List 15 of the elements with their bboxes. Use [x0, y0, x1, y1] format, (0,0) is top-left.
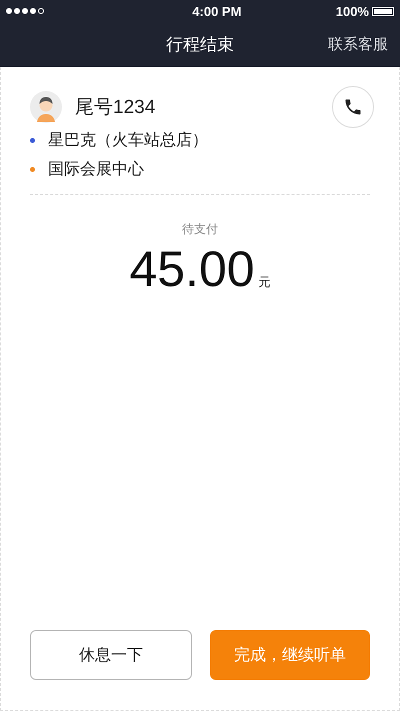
rest-button[interactable]: 休息一下: [30, 630, 192, 680]
status-time: 4:00 PM: [192, 4, 242, 18]
currency-unit: 元: [258, 274, 271, 291]
payment-status: 待支付: [182, 221, 218, 238]
contact-support-link[interactable]: 联系客服: [328, 35, 388, 54]
screen-title: 行程结束: [165, 34, 235, 56]
battery-level: 100%: [336, 4, 369, 18]
call-button[interactable]: [332, 86, 374, 128]
avatar-icon: [30, 91, 62, 123]
passenger-name: 尾号1234: [75, 96, 156, 120]
phone-icon: [343, 97, 363, 117]
location-name: 国际会展中心: [48, 158, 144, 180]
battery-icon: [372, 6, 394, 16]
payment-amount: 45.00: [129, 244, 255, 294]
location-name: 星巴克（火车站总店）: [48, 130, 208, 150]
